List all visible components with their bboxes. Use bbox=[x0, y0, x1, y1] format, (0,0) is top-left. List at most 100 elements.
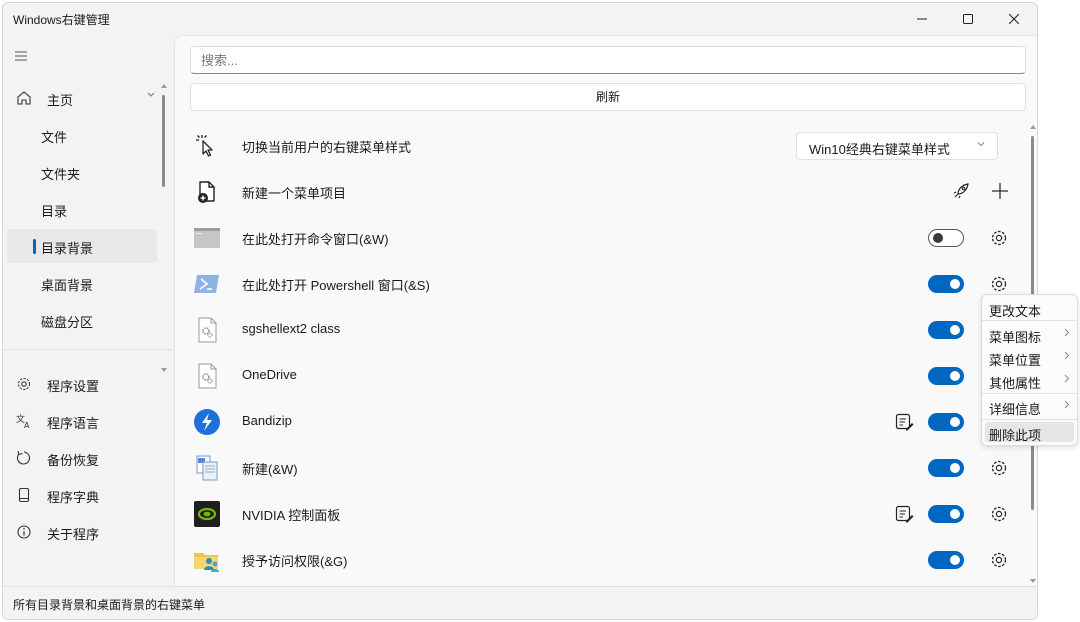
sidebar-item-dictionary[interactable]: 程序字典 bbox=[7, 478, 157, 512]
enable-toggle[interactable] bbox=[928, 505, 964, 523]
chevron-down-icon bbox=[977, 142, 985, 147]
list-item-label: OneDrive bbox=[242, 367, 297, 382]
scroll-down-icon bbox=[1030, 579, 1036, 583]
status-bar: 所有目录背景和桌面背景的右键菜单 bbox=[3, 586, 1037, 619]
sidebar-item-label: 程序字典 bbox=[47, 490, 100, 505]
menu-item-details[interactable]: 详细信息 bbox=[985, 396, 1074, 417]
sidebar-item-label: 桌面背景 bbox=[41, 278, 94, 293]
list-item-grant-access: 授予访问权限(&G) bbox=[190, 537, 1026, 583]
gear-icon[interactable] bbox=[989, 228, 1009, 248]
sidebar-item-desktop-background[interactable]: 桌面背景 bbox=[7, 266, 157, 300]
toggle-knob bbox=[950, 509, 960, 519]
nvidia-icon bbox=[194, 501, 220, 527]
list-item-onedrive: OneDrive bbox=[190, 353, 1026, 399]
sidebar-item-label: 关于程序 bbox=[47, 527, 100, 542]
settings-file-icon bbox=[198, 317, 217, 343]
sidebar-item-directory[interactable]: 目录 bbox=[7, 192, 157, 226]
app-window: Windows右键管理 主页 文件 文件夹 目录 目录背景 桌面背景 磁盘分区 … bbox=[2, 2, 1038, 620]
sidebar-item-language[interactable]: 文A 程序语言 bbox=[7, 404, 157, 438]
list-item-label: 在此处打开命令窗口(&W) bbox=[242, 232, 389, 247]
refresh-button[interactable]: 刷新 bbox=[190, 83, 1026, 111]
share-folder-icon bbox=[194, 553, 219, 572]
chevron-down-icon bbox=[147, 92, 155, 97]
sidebar-item-folder[interactable]: 文件夹 bbox=[7, 155, 157, 189]
scroll-down-icon bbox=[161, 368, 167, 372]
list-item-label: 授予访问权限(&G) bbox=[242, 554, 348, 569]
sidebar-item-label: 文件 bbox=[41, 130, 68, 145]
menu-item-menu-icon[interactable]: 菜单图标 bbox=[985, 324, 1074, 345]
minimize-button[interactable] bbox=[899, 3, 945, 35]
menu-item-change-text[interactable]: 更改文本 bbox=[985, 298, 1074, 319]
list-item-label: 在此处打开 Powershell 窗口(&S) bbox=[242, 278, 430, 293]
list-item-label: 切换当前用户的右键菜单样式 bbox=[242, 140, 412, 155]
chevron-right-icon bbox=[1064, 351, 1070, 360]
toggle-knob bbox=[950, 371, 960, 381]
sidebar-item-backup[interactable]: 备份恢复 bbox=[7, 441, 157, 475]
dropdown-value: Win10经典右键菜单样式 bbox=[809, 142, 950, 157]
chevron-right-icon bbox=[1064, 328, 1070, 337]
menu-item-delete[interactable]: 删除此项 bbox=[985, 422, 1074, 443]
sidebar-item-file[interactable]: 文件 bbox=[7, 118, 157, 152]
menu-item-other-properties[interactable]: 其他属性 bbox=[985, 370, 1074, 391]
enable-toggle[interactable] bbox=[928, 551, 964, 569]
menu-separator bbox=[982, 419, 1077, 420]
scroll-up-icon bbox=[1030, 125, 1036, 129]
maximize-button[interactable] bbox=[945, 3, 991, 35]
sidebar-item-settings[interactable]: 程序设置 bbox=[7, 367, 157, 401]
info-icon bbox=[17, 525, 31, 539]
search-input[interactable] bbox=[190, 46, 1026, 74]
sidebar-item-label: 程序设置 bbox=[47, 379, 100, 394]
add-icon[interactable] bbox=[990, 181, 1010, 201]
svg-text:A: A bbox=[24, 421, 30, 430]
edit-note-icon[interactable] bbox=[894, 504, 914, 524]
sidebar-item-about[interactable]: 关于程序 bbox=[7, 515, 157, 549]
toggle-knob bbox=[950, 417, 960, 427]
list-item-label: 新建一个菜单项目 bbox=[242, 186, 347, 201]
menu-item-label: 更改文本 bbox=[989, 304, 1042, 319]
sidebar-item-label: 磁盘分区 bbox=[41, 315, 94, 330]
rocket-icon[interactable] bbox=[951, 181, 971, 201]
gear-icon[interactable] bbox=[989, 458, 1009, 478]
gear-icon bbox=[17, 377, 31, 391]
close-icon bbox=[1009, 14, 1019, 24]
scrollbar-thumb[interactable] bbox=[162, 95, 165, 187]
enable-toggle[interactable] bbox=[928, 275, 964, 293]
main-content: 刷新 切换当前用户的右键菜单样式 Win10经典右键菜单样式 新建一个菜单项目 bbox=[174, 35, 1037, 587]
sidebar-scrollbar[interactable] bbox=[161, 83, 167, 373]
enable-toggle[interactable] bbox=[928, 367, 964, 385]
new-document-icon bbox=[196, 455, 218, 481]
restore-icon bbox=[16, 450, 30, 465]
sidebar-item-label: 备份恢复 bbox=[47, 453, 100, 468]
gear-icon[interactable] bbox=[989, 550, 1009, 570]
sidebar-item-label: 程序语言 bbox=[47, 416, 100, 431]
menu-item-menu-position[interactable]: 菜单位置 bbox=[985, 347, 1074, 368]
sidebar-item-drive[interactable]: 磁盘分区 bbox=[7, 303, 157, 337]
enable-toggle[interactable] bbox=[928, 321, 964, 339]
chevron-right-icon bbox=[1064, 400, 1070, 409]
toggle-knob bbox=[950, 463, 960, 473]
bandizip-icon bbox=[194, 409, 220, 435]
toggle-knob bbox=[950, 555, 960, 565]
sidebar-item-label: 目录 bbox=[41, 204, 68, 219]
command-prompt-icon bbox=[194, 228, 220, 248]
gear-icon[interactable] bbox=[989, 274, 1009, 294]
close-button[interactable] bbox=[991, 3, 1037, 35]
sidebar-item-home[interactable]: 主页 bbox=[7, 81, 157, 115]
menu-item-label: 菜单位置 bbox=[989, 353, 1042, 368]
menu-style-dropdown[interactable]: Win10经典右键菜单样式 bbox=[796, 132, 998, 160]
sidebar-item-directory-background[interactable]: 目录背景 bbox=[7, 229, 157, 263]
language-icon: 文A bbox=[16, 413, 30, 430]
enable-toggle[interactable] bbox=[928, 413, 964, 431]
list-item-new-menu: 新建一个菜单项目 bbox=[190, 169, 1026, 215]
sidebar-item-label: 目录背景 bbox=[41, 241, 94, 256]
menu-separator bbox=[982, 320, 1077, 321]
enable-toggle[interactable] bbox=[928, 229, 964, 247]
gear-icon[interactable] bbox=[989, 504, 1009, 524]
edit-note-icon[interactable] bbox=[894, 412, 914, 432]
enable-toggle[interactable] bbox=[928, 459, 964, 477]
powershell-icon bbox=[194, 275, 219, 293]
menu-separator bbox=[982, 393, 1077, 394]
selection-indicator bbox=[33, 239, 36, 254]
minimize-icon bbox=[917, 18, 927, 20]
menu-toggle-button[interactable] bbox=[15, 49, 27, 64]
